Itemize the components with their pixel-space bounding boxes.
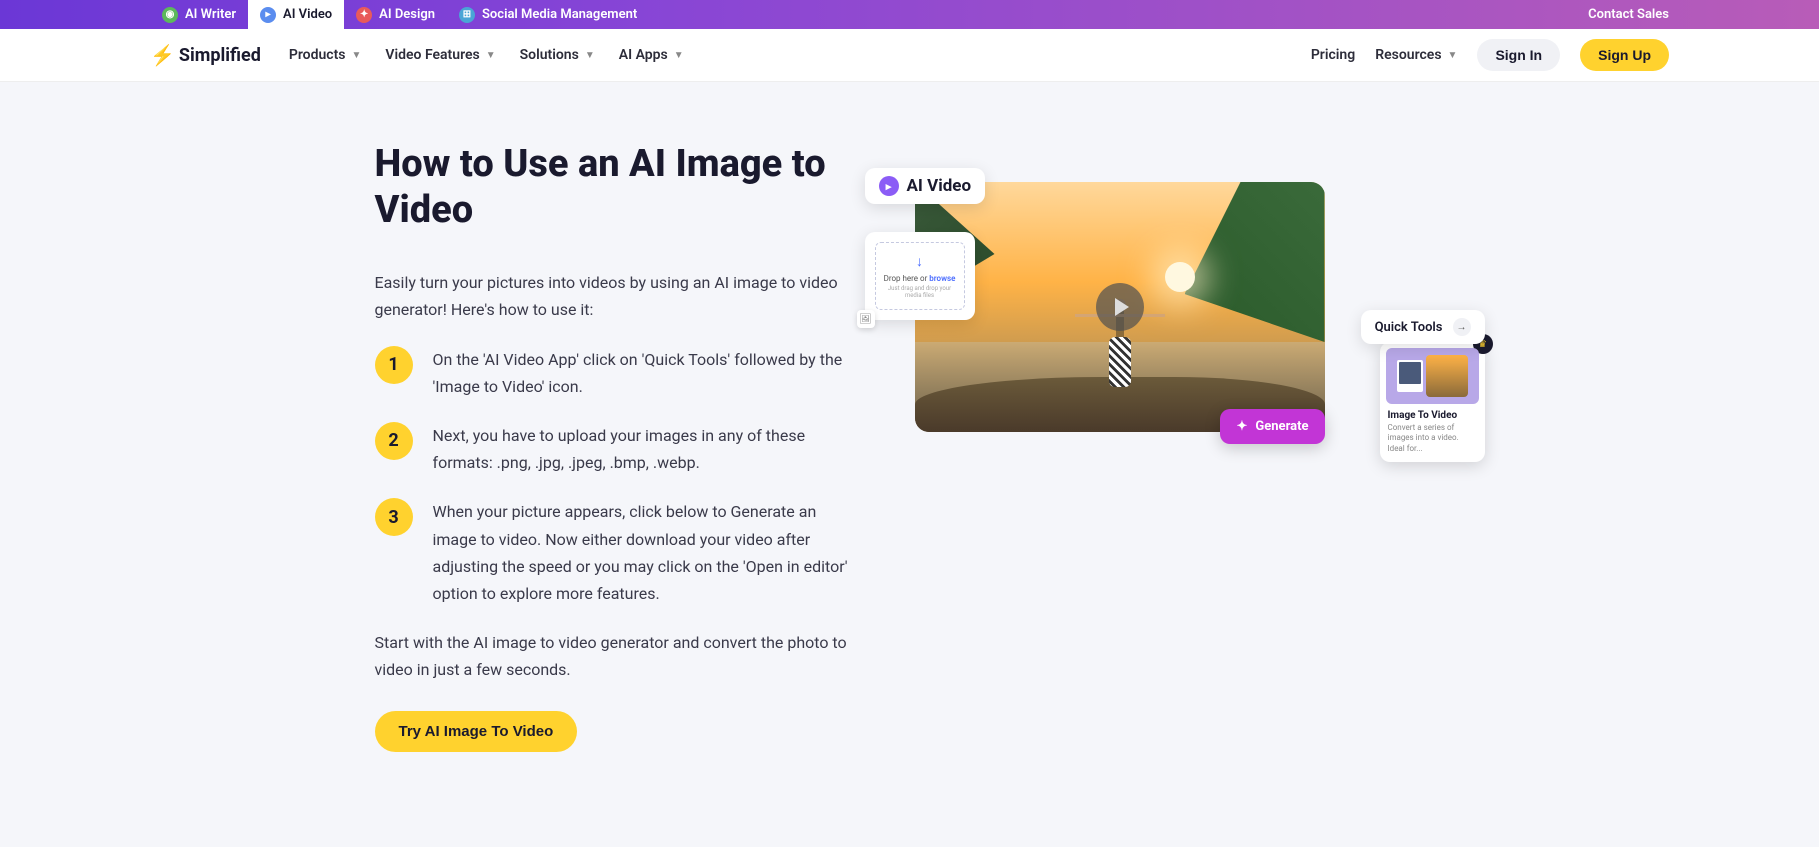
hero-illustration: ▸ AI Video ↓ Drop here or browse Just dr… [915, 182, 1435, 432]
design-icon: ✦ [356, 7, 372, 23]
step-text: Next, you have to upload your images in … [433, 422, 855, 476]
navbar-right: Pricing Resources ▼ Sign In Sign Up [1311, 39, 1669, 71]
step-3: 3 When your picture appears, click below… [375, 498, 855, 607]
step-2: 2 Next, you have to upload your images i… [375, 422, 855, 476]
nav-label: Solutions [520, 47, 579, 63]
generate-button: ✦ Generate [1220, 409, 1324, 444]
nav-pricing[interactable]: Pricing [1311, 47, 1355, 63]
main-content: How to Use an AI Image to Video Easily t… [355, 82, 1465, 792]
nav-solutions[interactable]: Solutions ▼ [520, 47, 595, 63]
nav-label: Resources [1375, 47, 1441, 63]
try-image-to-video-button[interactable]: Try AI Image To Video [375, 711, 578, 752]
chevron-down-icon: ▼ [1448, 50, 1458, 61]
quick-tools-badge: Quick Tools → [1361, 310, 1485, 344]
topbar: ◉ AI Writer ▸ AI Video ✦ AI Design ⊞ Soc… [0, 0, 1819, 29]
upload-subtext: Just drag and drop your media files [882, 285, 958, 299]
topbar-label: AI Writer [185, 7, 236, 22]
nav-label: AI Apps [619, 47, 668, 63]
step-1: 1 On the 'AI Video App' click on 'Quick … [375, 346, 855, 400]
chevron-down-icon: ▼ [674, 50, 684, 61]
topbar-tabs: ◉ AI Writer ▸ AI Video ✦ AI Design ⊞ Soc… [150, 0, 649, 29]
topbar-label: AI Design [379, 7, 435, 22]
card-description: Convert a series of images into a video.… [1386, 423, 1479, 456]
contact-sales-link[interactable]: Contact Sales [1588, 7, 1669, 22]
topbar-ai-writer[interactable]: ◉ AI Writer [150, 0, 248, 29]
outro-text: Start with the AI image to video generat… [375, 629, 855, 683]
navbar-left: ⚡ Simplified Products ▼ Video Features ▼ S… [150, 43, 684, 67]
sparkle-icon: ✦ [1236, 419, 1247, 434]
navbar: ⚡ Simplified Products ▼ Video Features ▼ S… [0, 29, 1819, 82]
video-icon: ▸ [260, 7, 276, 23]
play-button-icon [1096, 283, 1144, 331]
decorative-sun [1165, 262, 1195, 292]
steps-list: 1 On the 'AI Video App' click on 'Quick … [375, 346, 855, 608]
badge-label: AI Video [907, 176, 972, 196]
topbar-ai-design[interactable]: ✦ AI Design [344, 0, 447, 29]
step-number: 2 [375, 422, 413, 460]
illustration-column: ▸ AI Video ↓ Drop here or browse Just dr… [915, 142, 1445, 432]
upload-dropzone: ↓ Drop here or browse Just drag and drop… [875, 242, 965, 310]
sunset-thumb [1426, 355, 1468, 397]
logo[interactable]: ⚡ Simplified [150, 43, 261, 67]
chevron-down-icon: ▼ [585, 50, 595, 61]
generate-label: Generate [1255, 419, 1308, 434]
chevron-down-icon: ▼ [352, 50, 362, 61]
video-camera-icon: ▸ [879, 176, 899, 196]
step-number: 1 [375, 346, 413, 384]
logo-icon: ⚡ [150, 43, 175, 67]
intro-text: Easily turn your pictures into videos by… [375, 269, 855, 323]
polaroid-icon [1397, 360, 1423, 392]
nav-label: Products [289, 47, 346, 63]
writer-icon: ◉ [162, 7, 178, 23]
nav-ai-apps[interactable]: AI Apps ▼ [619, 47, 684, 63]
upload-text: Drop here or browse [882, 274, 958, 283]
step-number: 3 [375, 498, 413, 536]
social-icon: ⊞ [459, 7, 475, 23]
step-text: On the 'AI Video App' click on 'Quick To… [433, 346, 855, 400]
decorative-mountain [1185, 182, 1325, 342]
quick-tools-label: Quick Tools [1375, 320, 1443, 335]
step-text: When your picture appears, click below t… [433, 498, 855, 607]
nav-products[interactable]: Products ▼ [289, 47, 362, 63]
image-icon: 🖼 [857, 310, 875, 328]
card-thumbnail [1386, 348, 1479, 404]
card-title: Image To Video [1386, 410, 1479, 421]
download-arrow-icon: ↓ [882, 253, 958, 270]
hero-video-preview [915, 182, 1325, 432]
nav-label: Video Features [385, 47, 479, 63]
topbar-label: Social Media Management [482, 7, 637, 22]
upload-card: ↓ Drop here or browse Just drag and drop… [865, 232, 975, 320]
image-to-video-card: ♛ Image To Video Convert a series of ima… [1380, 342, 1485, 462]
topbar-ai-video[interactable]: ▸ AI Video [248, 0, 344, 29]
logo-text: Simplified [179, 45, 261, 66]
topbar-social-media[interactable]: ⊞ Social Media Management [447, 0, 649, 29]
topbar-label: AI Video [283, 7, 332, 22]
text-column: How to Use an AI Image to Video Easily t… [375, 142, 855, 752]
nav-resources[interactable]: Resources ▼ [1375, 47, 1457, 63]
signin-button[interactable]: Sign In [1477, 39, 1560, 71]
nav-items: Products ▼ Video Features ▼ Solutions ▼ AI … [289, 47, 684, 63]
ai-video-badge: ▸ AI Video [865, 168, 986, 204]
chevron-down-icon: ▼ [486, 50, 496, 61]
signup-button[interactable]: Sign Up [1580, 39, 1669, 71]
arrow-right-icon: → [1453, 318, 1471, 336]
nav-video-features[interactable]: Video Features ▼ [385, 47, 495, 63]
page-heading: How to Use an AI Image to Video [375, 142, 855, 233]
